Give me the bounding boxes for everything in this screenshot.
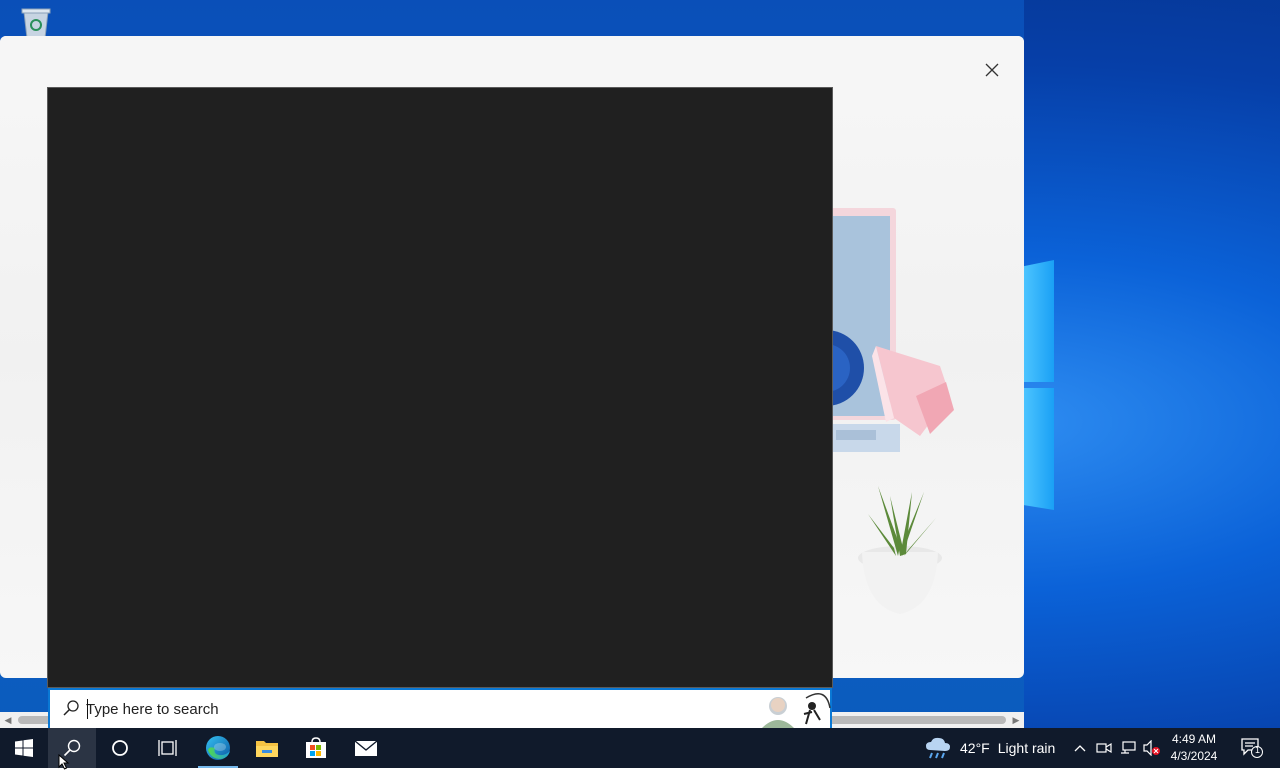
weather-widget[interactable]: 42°F Light rain: [924, 728, 1055, 768]
clock-time: 4:49 AM: [1171, 732, 1217, 746]
file-explorer-button[interactable]: [243, 728, 291, 768]
network-icon: [1121, 741, 1136, 754]
volume-button[interactable]: [1140, 728, 1164, 768]
cortana-button[interactable]: [96, 728, 144, 768]
search-icon: [63, 700, 79, 716]
recycle-bin-icon[interactable]: [18, 8, 54, 38]
meet-now-button[interactable]: [1092, 728, 1116, 768]
action-center-button[interactable]: 1: [1232, 728, 1272, 768]
search-highlight-illustration[interactable]: [756, 690, 832, 728]
task-view-button[interactable]: [144, 728, 192, 768]
windows-logo-wallpaper: [1024, 256, 1054, 512]
meet-now-icon: [1096, 742, 1112, 754]
search-input[interactable]: [86, 696, 746, 722]
start-button[interactable]: [0, 728, 48, 768]
store-icon: [306, 737, 326, 758]
weather-temperature: 42°F: [960, 740, 990, 756]
task-view-icon: [158, 740, 177, 756]
system-tray: [1068, 728, 1164, 768]
edge-taskbar-button[interactable]: [194, 728, 242, 768]
clock-date: 4/3/2024: [1170, 749, 1218, 763]
welcome-illustration: [820, 208, 954, 614]
close-button[interactable]: [976, 56, 1008, 84]
mail-button[interactable]: [342, 728, 390, 768]
windows-start-icon: [15, 739, 33, 757]
folder-icon: [256, 741, 278, 757]
mail-icon: [354, 740, 378, 756]
clock[interactable]: 4:49 AM 4/3/2024: [1162, 731, 1226, 767]
store-button[interactable]: [292, 728, 340, 768]
show-hidden-icons-button[interactable]: [1068, 728, 1092, 768]
notification-count-badge: 1: [1255, 745, 1261, 755]
volume-muted-icon: [1143, 740, 1160, 756]
close-icon: [985, 63, 999, 77]
edge-icon: [206, 736, 230, 760]
window-titlebar: [0, 36, 1024, 78]
taskbar: 42°F Light rain 4:49 AM 4/3/2024 1: [0, 728, 1280, 768]
text-caret: [87, 699, 88, 719]
chevron-up-icon: [1074, 745, 1086, 752]
taskbar-search-button[interactable]: [48, 728, 96, 768]
search-box[interactable]: [48, 688, 832, 728]
rain-cloud-icon: [926, 737, 950, 759]
weather-condition: Light rain: [997, 740, 1056, 756]
network-button[interactable]: [1116, 728, 1140, 768]
cortana-icon: [112, 740, 128, 756]
scroll-left-arrow-icon[interactable]: ◀: [0, 712, 16, 728]
search-results-panel: [47, 87, 833, 688]
scroll-right-arrow-icon[interactable]: ▶: [1008, 712, 1024, 728]
